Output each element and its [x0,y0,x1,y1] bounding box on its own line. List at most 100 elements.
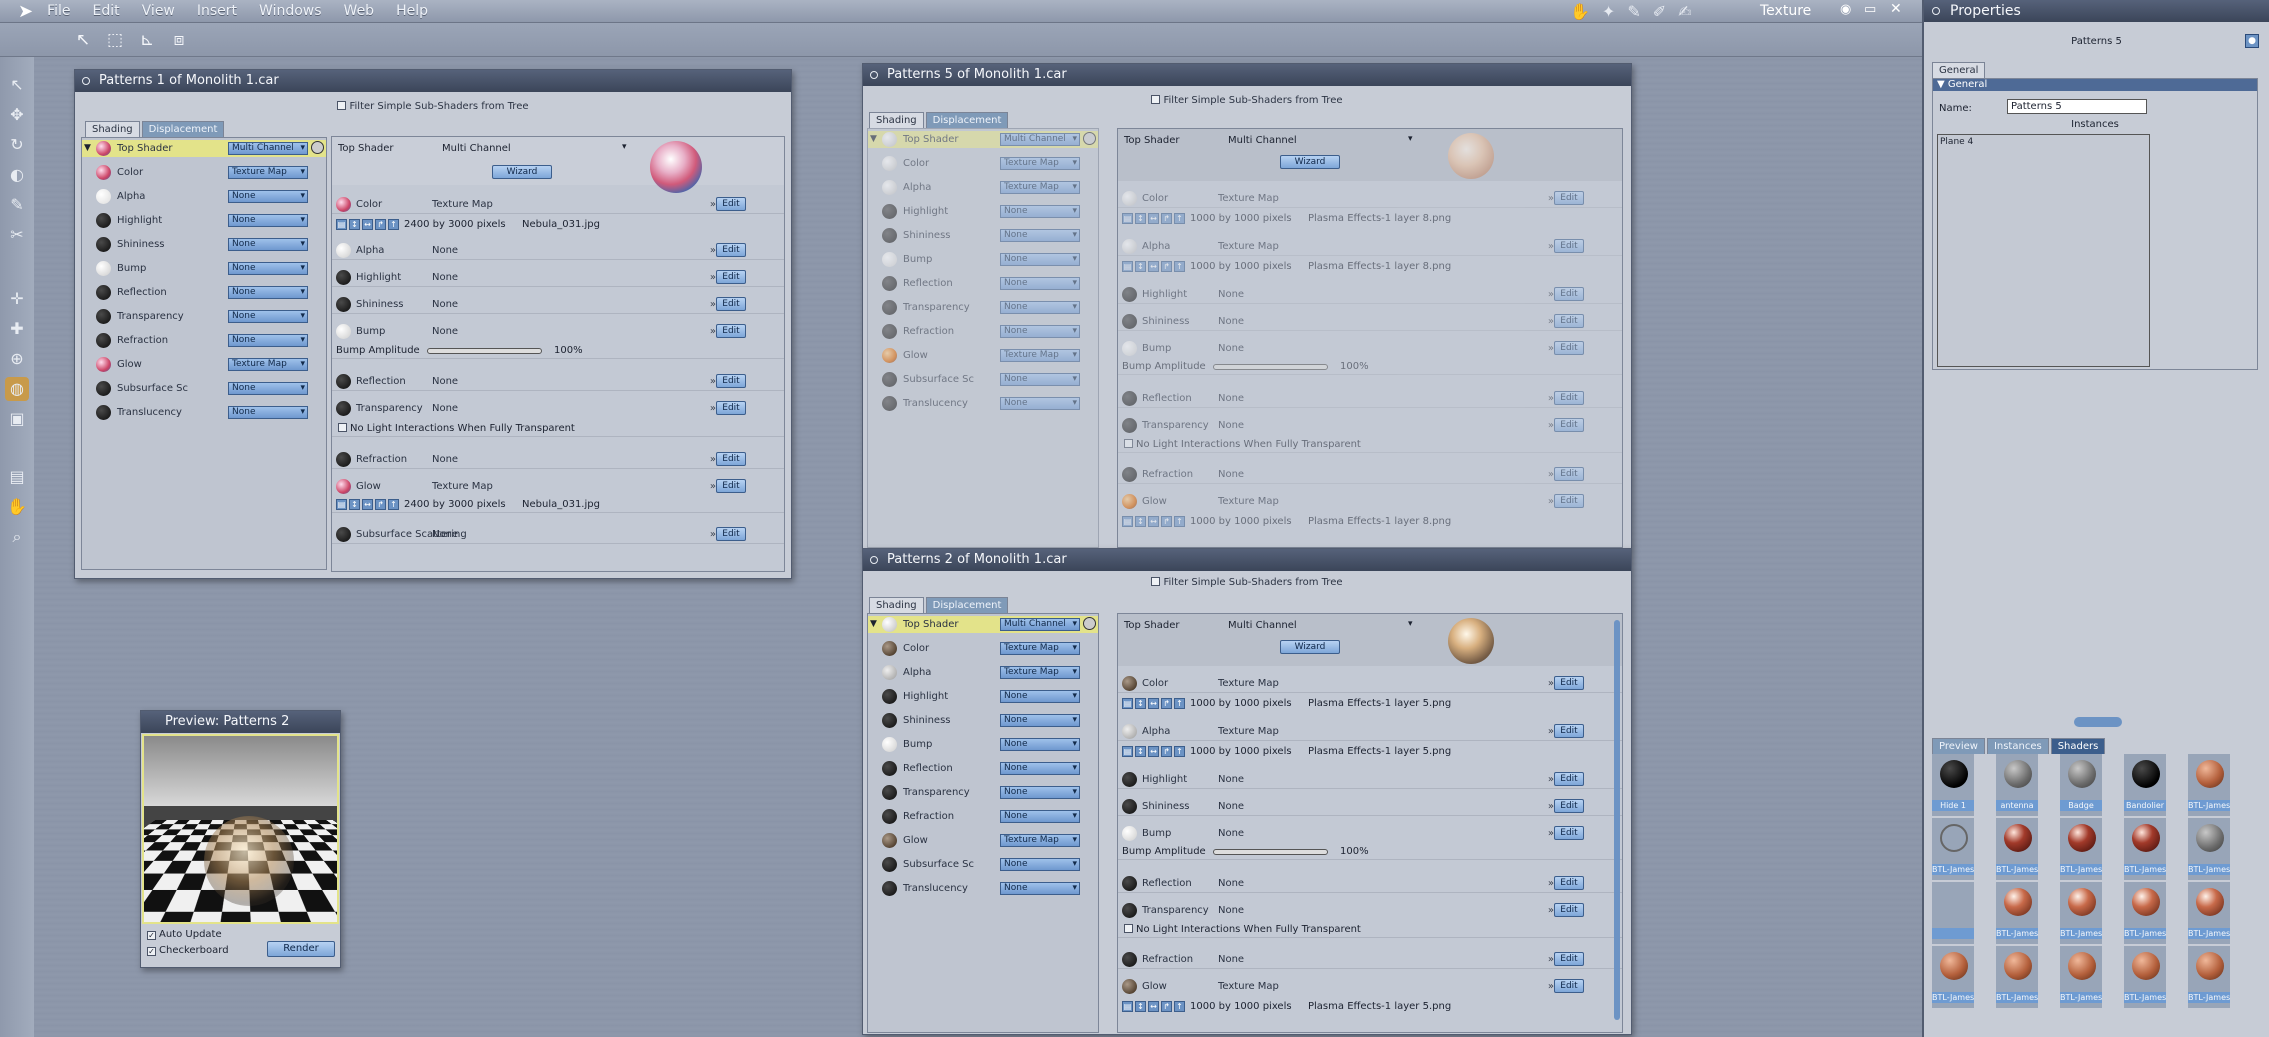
checkbox-icon[interactable]: ✓ [147,947,156,956]
window-close-icon[interactable] [82,77,90,85]
no-light-row[interactable]: No Light Interactions When Fully Transpa… [1118,437,1622,453]
checkbox-icon[interactable] [1151,577,1160,586]
tree-node[interactable]: Alpha None [82,188,326,205]
window-title-bar[interactable]: Patterns 2 of Monolith 1.car [863,549,1631,571]
close-icon[interactable]: ✕ [1890,1,1902,17]
flip-v-icon[interactable]: ↕ [349,219,360,230]
tree-node[interactable]: Translucency None [868,395,1098,412]
edit-button[interactable]: Edit [716,374,746,388]
tree-node[interactable]: Highlight None [868,688,1098,705]
bump-slider[interactable] [427,348,542,354]
checkbox-icon[interactable] [1124,924,1133,933]
up-icon[interactable]: ↑ [1174,746,1185,757]
bump-slider[interactable] [1213,849,1328,855]
splitter-handle[interactable] [2074,717,2122,727]
checkerboard-row[interactable]: ✓ Checkerboard [147,945,229,956]
edit-button[interactable]: Edit [1554,287,1584,301]
shader-thumb[interactable]: BTL-James-M [2188,882,2230,944]
menu-help[interactable]: Help [396,3,428,19]
menu-insert[interactable]: Insert [197,3,237,19]
list-item[interactable]: Plane 4 [1938,135,2149,149]
name-field[interactable]: Patterns 5 [2007,99,2147,114]
shader-thumb[interactable] [1932,882,1974,944]
edit-button[interactable]: Edit [1554,676,1584,690]
marquee-icon[interactable]: ⬚ [104,29,126,51]
menu-edit[interactable]: Edit [93,3,120,19]
tree-node[interactable]: Transparency None [868,784,1098,801]
tab-instances[interactable]: Instances [1987,738,2049,754]
tree-node[interactable]: Translucency None [82,404,326,421]
edit-button[interactable]: Edit [1554,391,1584,405]
tab-shading[interactable]: Shading [869,597,924,613]
flip-v-icon[interactable]: ↕ [1135,698,1146,709]
brush-icon[interactable]: ✐ [1653,2,1666,21]
tree-node[interactable]: Subsurface Sc None [868,856,1098,873]
tree-node[interactable]: Refraction None [868,808,1098,825]
panel-close-icon[interactable] [1932,7,1940,15]
pen-tool-icon[interactable]: ✎ [5,193,29,217]
menu-file[interactable]: File [47,3,70,19]
filter-checkbox-row[interactable]: Filter Simple Sub-Shaders from Tree [863,577,1631,588]
tree-node[interactable]: Color Texture Map [868,640,1098,657]
edit-button[interactable]: Edit [1554,724,1584,738]
filter-checkbox-row[interactable]: Filter Simple Sub-Shaders from Tree [75,101,791,112]
tree-node[interactable]: Alpha Texture Map [868,179,1098,196]
checkbox-icon[interactable] [337,101,346,110]
flip-v-icon[interactable]: ↕ [1135,746,1146,757]
rotate-tool-icon[interactable]: ↻ [5,133,29,157]
chevron-down-icon[interactable]: ▾ [622,142,627,152]
up-icon[interactable]: ↑ [1174,1001,1185,1012]
instances-list[interactable]: Plane 4 [1937,134,2150,367]
orbit-icon[interactable]: ⊕ [5,347,29,371]
open-image-icon[interactable]: ▤ [336,499,347,510]
shader-thumb[interactable]: Badge [2060,754,2102,816]
wizard-button[interactable]: Wizard [1280,155,1340,169]
edit-button[interactable]: Edit [1554,418,1584,432]
figure-icon[interactable]: ✦ [1602,2,1615,21]
edit-button[interactable]: Edit [716,527,746,541]
edit-button[interactable]: Edit [1554,826,1584,840]
camera-icon[interactable]: ▤ [5,465,29,489]
edit-button[interactable]: Edit [1554,979,1584,993]
menu-view[interactable]: View [142,3,175,19]
settings-icon[interactable] [1083,617,1096,630]
window-close-icon[interactable] [870,556,878,564]
edit-button[interactable]: Edit [1554,239,1584,253]
tab-displacement[interactable]: Displacement [926,597,1009,613]
tree-node[interactable]: ▼ Top Shader Multi Channel [82,140,326,157]
render-button[interactable]: Render [267,941,335,957]
shader-thumb[interactable]: BTL-James-M5 [2060,818,2102,880]
bounding-box-icon[interactable]: ⧈ [168,29,190,51]
edit-button[interactable]: Edit [1554,903,1584,917]
edit-button[interactable]: Edit [716,297,746,311]
tab-preview[interactable]: Preview [1932,738,1985,754]
edit-button[interactable]: Edit [1554,191,1584,205]
shader-thumb[interactable]: BTL-James-M [2060,946,2102,1008]
shader-thumb[interactable]: BTL-James-M5 [2124,818,2166,880]
tree-node[interactable]: Transparency None [868,299,1098,316]
edit-button[interactable]: Edit [716,452,746,466]
rotate-icon[interactable]: ↱ [375,499,386,510]
open-image-icon[interactable]: ▤ [1122,698,1133,709]
tree-node[interactable]: Shininess None [82,236,326,253]
window-title-bar[interactable]: Patterns 1 of Monolith 1.car [75,70,791,92]
translate-z-icon[interactable]: ✚ [5,317,29,341]
restore-icon[interactable]: ▭ [1864,2,1876,17]
tab-shading[interactable]: Shading [869,112,924,128]
shader-thumb[interactable]: BTL-James-M5 [2188,818,2230,880]
tab-shading[interactable]: Shading [85,121,140,137]
checkbox-icon[interactable] [338,423,347,432]
edit-button[interactable]: Edit [716,197,746,211]
move-tool-icon[interactable]: ✥ [5,103,29,127]
shader-thumb[interactable]: BTL-James-M [1932,946,1974,1008]
tree-node[interactable]: Shininess None [868,712,1098,729]
rotate-icon[interactable]: ↱ [1161,746,1172,757]
tree-node[interactable]: Reflection None [868,275,1098,292]
shader-thumb[interactable]: Hide 1 [1932,754,1974,816]
edit-button[interactable]: Edit [1554,341,1584,355]
tab-displacement[interactable]: Displacement [926,112,1009,128]
edit-button[interactable]: Edit [1554,876,1584,890]
open-image-icon[interactable]: ▤ [336,219,347,230]
shader-thumb[interactable]: BTL-James-M5 [1996,818,2038,880]
open-image-icon[interactable]: ▤ [1122,746,1133,757]
